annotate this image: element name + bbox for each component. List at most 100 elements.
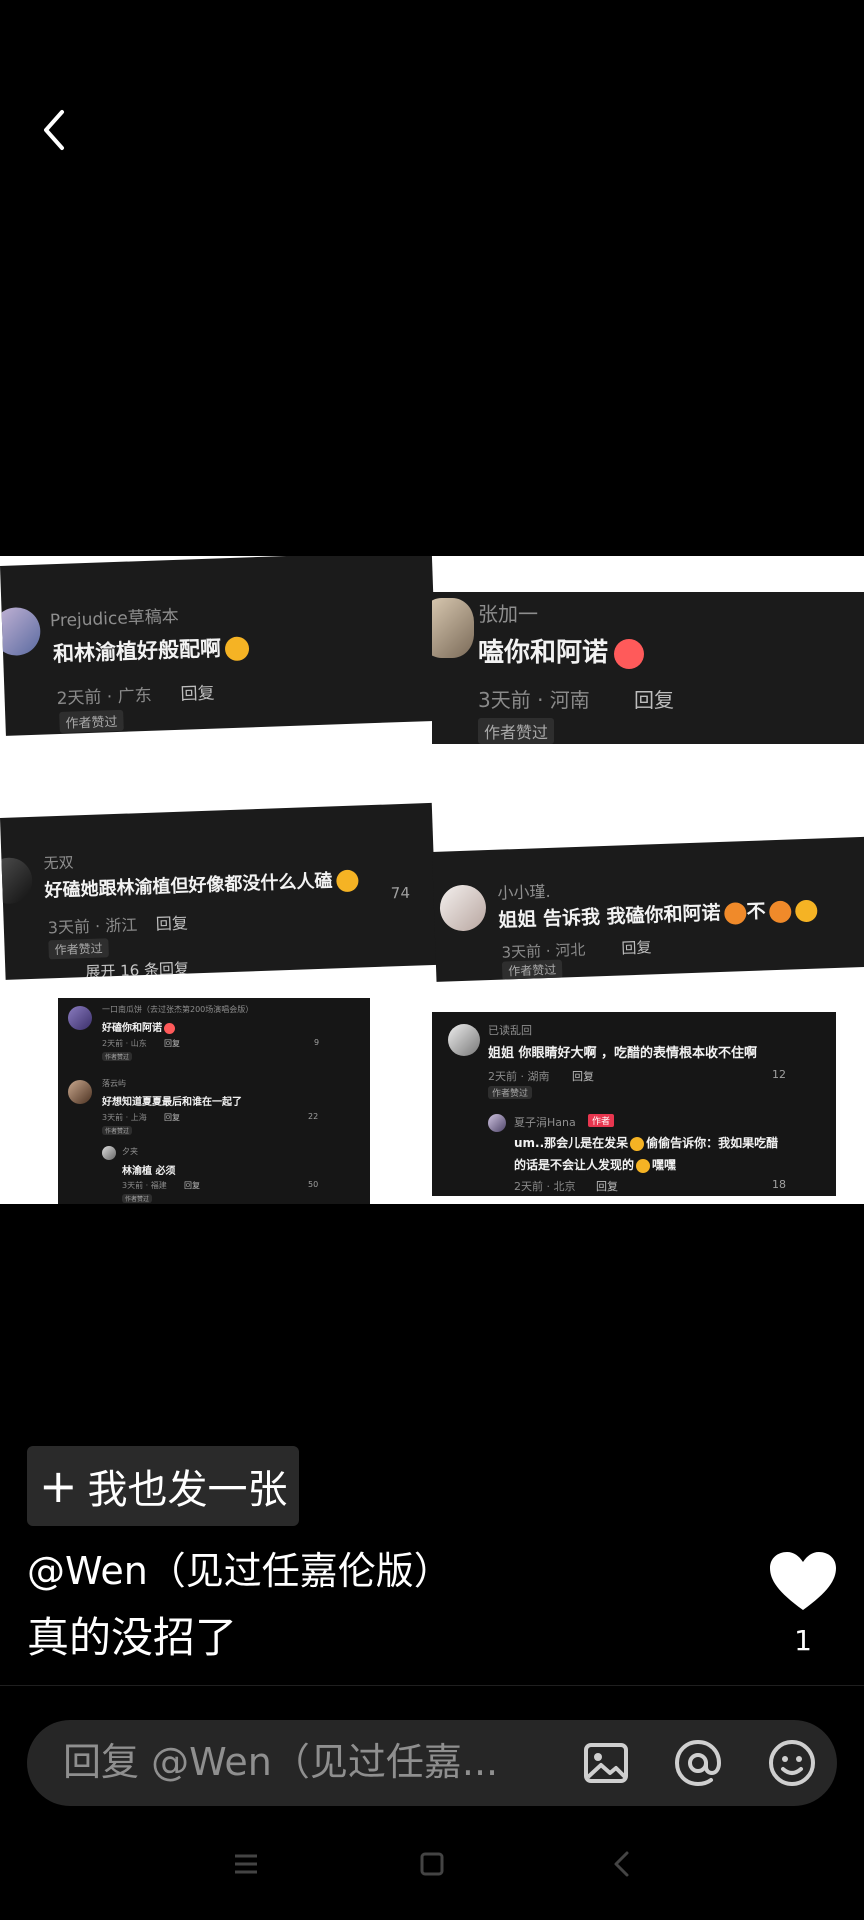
comment-meta: 3天前 · 浙江 <box>47 915 138 938</box>
comment-meta: 3天前 · 河南 <box>478 688 590 712</box>
comment-username: 夏子涓Hana <box>514 1116 576 1129</box>
comment-card: 无双 好磕她跟林渝植但好像都没什么人磕 74 3天前 · 浙江 回复 作者赞过 … <box>0 802 438 980</box>
emoji-icon <box>769 1740 815 1786</box>
like-button[interactable] <box>768 1550 838 1614</box>
emoji-icon <box>636 1158 651 1173</box>
avatar <box>68 1006 92 1030</box>
post-image-collage[interactable]: Prejudice草稿本 和林渝植好般配啊 2天前 · 广东 回复 作者赞过 张… <box>0 556 864 1204</box>
author-liked-badge: 作者赞过 <box>501 959 563 981</box>
emoji-icon <box>614 638 645 669</box>
comment-username: 张加一 <box>478 602 538 626</box>
comment-username: 无双 <box>43 853 74 873</box>
reply-link: 回复 <box>164 1039 180 1048</box>
comment-meta: 3天前 · 上海 <box>102 1113 147 1122</box>
comment-text: 好磕她跟林渝植但好像都没什么人磕 <box>44 866 359 903</box>
mention-button[interactable] <box>673 1738 723 1788</box>
chevron-left-icon <box>614 1851 629 1877</box>
author-liked-badge: 作者赞过 <box>122 1194 153 1203</box>
chevron-left-icon <box>44 110 64 150</box>
comment-text: 姐姐 你眼睛好大啊 ，吃醋的表情根本收不住啊 <box>488 1046 758 1061</box>
avatar <box>448 1024 480 1056</box>
expand-replies: 展开 16 条回复 <box>85 959 190 980</box>
post-author[interactable]: @Wen（见过任嘉伦版） <box>27 1540 452 1595</box>
emoji-icon <box>630 1136 645 1151</box>
reply-bar <box>27 1720 837 1806</box>
comment-screenshot: 已读乱回 姐姐 你眼睛好大啊 ，吃醋的表情根本收不住啊 2天前 · 湖南 回复 … <box>432 1012 836 1196</box>
comment-card: 小小瑾. 姐姐 告诉我 我磕你和阿诺不 3天前 · 河北 回复 作者赞过 <box>432 836 864 982</box>
comment-username: 落云屿 <box>102 1079 126 1088</box>
avatar <box>102 1146 116 1160</box>
comment-text: 的话是不会让人发现的 嘿嘿 <box>514 1158 677 1173</box>
reply-link: 回复 <box>164 1113 180 1122</box>
home-nav-button[interactable] <box>412 1844 452 1884</box>
emoji-icon <box>224 636 250 662</box>
avatar <box>0 606 42 657</box>
comment-text: 和林渝植好般配啊 <box>53 631 250 668</box>
reply-link: 回复 <box>634 688 674 712</box>
author-liked-badge: 作者赞过 <box>478 718 555 744</box>
like-count: 22 <box>308 1112 319 1121</box>
author-liked-badge: 作者赞过 <box>102 1126 133 1135</box>
avatar <box>68 1080 92 1104</box>
like-count: 18 <box>772 1178 786 1191</box>
reply-input[interactable] <box>63 1734 543 1790</box>
comment-username: 小小瑾. <box>497 881 551 903</box>
author-tag: 作者 <box>588 1114 615 1127</box>
author-liked-badge: 作者赞过 <box>48 938 109 960</box>
post-one-too-button[interactable]: + 我也发一张 <box>27 1446 299 1526</box>
reply-link: 回复 <box>180 683 215 705</box>
reply-link: 回复 <box>621 938 652 958</box>
comment-username: Prejudice草稿本 <box>49 606 180 632</box>
like-count: 12 <box>772 1068 786 1081</box>
author-liked-badge: 作者赞过 <box>102 1052 133 1061</box>
divider <box>0 1685 864 1686</box>
at-icon <box>674 1739 722 1787</box>
comment-text: 好想知道夏夏最后和谁在一起了 <box>102 1097 242 1108</box>
emoji-icon <box>336 869 359 893</box>
emoji-icon <box>724 901 747 925</box>
comment-text: 好磕你和阿诺 <box>102 1019 175 1034</box>
comment-meta: 3天前 · 河北 <box>501 940 586 962</box>
comment-meta: 2天前 · 山东 <box>102 1039 147 1048</box>
author-liked-badge: 作者赞过 <box>488 1086 533 1099</box>
emoji-icon <box>795 899 818 922</box>
heart-icon <box>770 1552 836 1610</box>
emoji-icon <box>164 1022 175 1034</box>
post-one-too-label: 我也发一张 <box>87 1467 288 1513</box>
back-button[interactable] <box>34 102 78 158</box>
comment-text: 林渝植 必须 <box>122 1166 176 1177</box>
plus-icon: + <box>39 1459 78 1513</box>
comment-card: 张加一 嗑你和阿诺 3天前 · 河南 回复 作者赞过 <box>432 592 864 744</box>
menu-nav-button[interactable] <box>226 1844 266 1884</box>
reply-link: 回复 <box>155 913 189 934</box>
comment-username: 已读乱回 <box>488 1024 532 1037</box>
like-count: 9 <box>314 1038 320 1047</box>
emoji-button[interactable] <box>767 1738 817 1788</box>
comment-text: 嗑你和阿诺 <box>478 632 645 669</box>
comment-meta: 2天前 · 北京 <box>514 1180 576 1193</box>
comment-meta: 2天前 · 广东 <box>56 685 153 710</box>
reply-link: 回复 <box>596 1180 618 1193</box>
comment-text: um..那会儿是在发呆 偷偷告诉你：我如果吃醋 <box>514 1136 779 1151</box>
post-caption: 真的没招了 <box>27 1613 238 1662</box>
avatar <box>0 856 33 905</box>
like-count: 50 <box>308 1180 319 1189</box>
comment-card: Prejudice草稿本 和林渝植好般配啊 2天前 · 广东 回复 作者赞过 <box>0 556 438 736</box>
reply-link: 回复 <box>184 1181 200 1190</box>
menu-icon <box>235 1854 257 1874</box>
avatar <box>488 1114 506 1132</box>
avatar <box>439 884 487 932</box>
emoji-icon <box>769 899 792 923</box>
reply-link: 回复 <box>572 1070 594 1083</box>
author-liked-badge: 作者赞过 <box>59 709 124 734</box>
comment-screenshot: 一口南瓜饼（去过张杰第200场演唱会版） 好磕你和阿诺 2天前 · 山东 回复 … <box>58 998 370 1204</box>
comment-meta: 2天前 · 湖南 <box>488 1070 550 1083</box>
image-button[interactable] <box>581 1738 631 1788</box>
comment-meta: 3天前 · 福建 <box>122 1181 167 1190</box>
square-icon <box>420 1852 444 1876</box>
image-icon <box>584 1743 628 1783</box>
avatar <box>432 598 474 658</box>
comment-username: 夕夹 <box>122 1147 138 1156</box>
back-nav-button[interactable] <box>602 1844 642 1884</box>
like-count: 1 <box>794 1624 812 1657</box>
